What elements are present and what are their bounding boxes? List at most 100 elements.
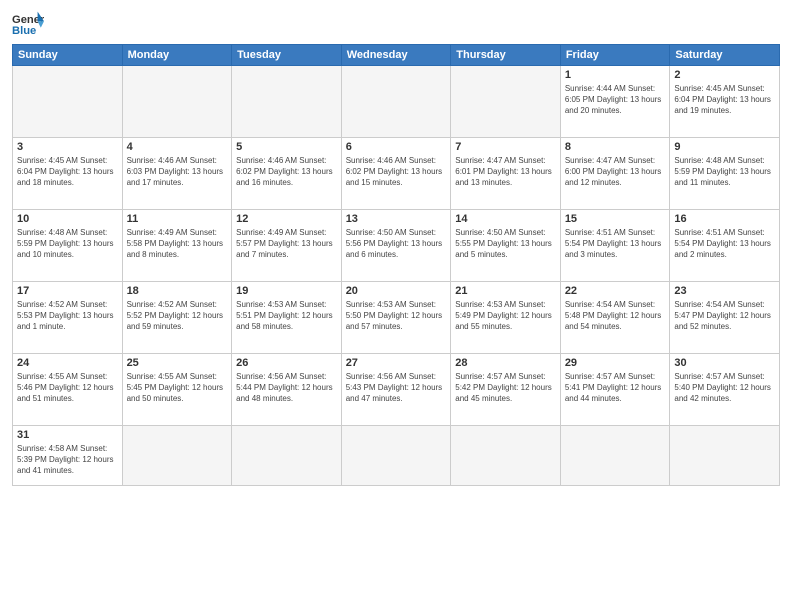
day-info: Sunrise: 4:54 AM Sunset: 5:48 PM Dayligh… xyxy=(565,299,666,333)
calendar-week-row: 24Sunrise: 4:55 AM Sunset: 5:46 PM Dayli… xyxy=(13,354,780,426)
day-number: 20 xyxy=(346,285,447,297)
col-header-sunday: Sunday xyxy=(13,45,123,66)
day-info: Sunrise: 4:56 AM Sunset: 5:43 PM Dayligh… xyxy=(346,371,447,405)
day-info: Sunrise: 4:46 AM Sunset: 6:02 PM Dayligh… xyxy=(346,155,447,189)
day-number: 26 xyxy=(236,357,337,369)
calendar-cell xyxy=(451,426,561,486)
day-info: Sunrise: 4:50 AM Sunset: 5:56 PM Dayligh… xyxy=(346,227,447,261)
day-info: Sunrise: 4:45 AM Sunset: 6:04 PM Dayligh… xyxy=(17,155,118,189)
day-number: 21 xyxy=(455,285,556,297)
calendar-cell: 12 Sunrise: 4:49 AM Sunset: 5:57 PM Dayli… xyxy=(232,210,342,282)
day-info: Sunrise: 4:52 AM Sunset: 5:53 PM Dayligh… xyxy=(17,299,118,333)
calendar-cell xyxy=(341,66,451,138)
calendar-cell: 11Sunrise: 4:49 AM Sunset: 5:58 PM Dayli… xyxy=(122,210,232,282)
calendar-cell xyxy=(232,66,342,138)
day-number: 23 xyxy=(674,285,775,297)
calendar-cell: 30 Sunrise: 4:57 AM Sunset: 5:40 PM Dayli… xyxy=(670,354,780,426)
calendar-cell: 10Sunrise: 4:48 AM Sunset: 5:59 PM Dayli… xyxy=(13,210,123,282)
day-number: 3 xyxy=(17,141,118,153)
calendar-cell: 26 Sunrise: 4:56 AM Sunset: 5:44 PM Dayli… xyxy=(232,354,342,426)
day-info: Sunrise: 4:51 AM Sunset: 5:54 PM Dayligh… xyxy=(565,227,666,261)
col-header-wednesday: Wednesday xyxy=(341,45,451,66)
day-info: Sunrise: 4:57 AM Sunset: 5:40 PM Dayligh… xyxy=(674,371,775,405)
calendar-cell xyxy=(13,66,123,138)
calendar-cell xyxy=(670,426,780,486)
calendar-cell: 13 Sunrise: 4:50 AM Sunset: 5:56 PM Dayli… xyxy=(341,210,451,282)
calendar-week-row: 1Sunrise: 4:44 AM Sunset: 6:05 PM Daylig… xyxy=(13,66,780,138)
col-header-tuesday: Tuesday xyxy=(232,45,342,66)
day-info: Sunrise: 4:47 AM Sunset: 6:00 PM Dayligh… xyxy=(565,155,666,189)
day-info: Sunrise: 4:54 AM Sunset: 5:47 PM Dayligh… xyxy=(674,299,775,333)
col-header-friday: Friday xyxy=(560,45,670,66)
day-info: Sunrise: 4:46 AM Sunset: 6:03 PM Dayligh… xyxy=(127,155,228,189)
calendar-cell: 25 Sunrise: 4:55 AM Sunset: 5:45 PM Dayli… xyxy=(122,354,232,426)
day-number: 19 xyxy=(236,285,337,297)
calendar-cell: 18 Sunrise: 4:52 AM Sunset: 5:52 PM Dayli… xyxy=(122,282,232,354)
calendar-cell: 15Sunrise: 4:51 AM Sunset: 5:54 PM Dayli… xyxy=(560,210,670,282)
day-info: Sunrise: 4:53 AM Sunset: 5:49 PM Dayligh… xyxy=(455,299,556,333)
calendar-cell: 9Sunrise: 4:48 AM Sunset: 5:59 PM Daylig… xyxy=(670,138,780,210)
calendar-header-row: SundayMondayTuesdayWednesdayThursdayFrid… xyxy=(13,45,780,66)
calendar-cell xyxy=(560,426,670,486)
page: General Blue SundayMondayTuesdayWednesda… xyxy=(0,0,792,612)
day-info: Sunrise: 4:48 AM Sunset: 5:59 PM Dayligh… xyxy=(674,155,775,189)
calendar-cell: 5Sunrise: 4:46 AM Sunset: 6:02 PM Daylig… xyxy=(232,138,342,210)
calendar-cell: 20 Sunrise: 4:53 AM Sunset: 5:50 PM Dayli… xyxy=(341,282,451,354)
day-number: 31 xyxy=(17,429,118,441)
day-info: Sunrise: 4:57 AM Sunset: 5:42 PM Dayligh… xyxy=(455,371,556,405)
calendar-cell: 29 Sunrise: 4:57 AM Sunset: 5:41 PM Dayli… xyxy=(560,354,670,426)
calendar-cell xyxy=(122,426,232,486)
col-header-thursday: Thursday xyxy=(451,45,561,66)
day-info: Sunrise: 4:44 AM Sunset: 6:05 PM Dayligh… xyxy=(565,83,666,117)
col-header-monday: Monday xyxy=(122,45,232,66)
calendar-week-row: 31 Sunrise: 4:58 AM Sunset: 5:39 PM Dayli… xyxy=(13,426,780,486)
day-number: 4 xyxy=(127,141,228,153)
calendar-week-row: 3 Sunrise: 4:45 AM Sunset: 6:04 PM Daylig… xyxy=(13,138,780,210)
day-info: Sunrise: 4:51 AM Sunset: 5:54 PM Dayligh… xyxy=(674,227,775,261)
day-info: Sunrise: 4:58 AM Sunset: 5:39 PM Dayligh… xyxy=(17,443,118,477)
calendar-cell xyxy=(451,66,561,138)
day-number: 16 xyxy=(674,213,775,225)
day-number: 18 xyxy=(127,285,228,297)
day-info: Sunrise: 4:47 AM Sunset: 6:01 PM Dayligh… xyxy=(455,155,556,189)
day-number: 30 xyxy=(674,357,775,369)
day-number: 8 xyxy=(565,141,666,153)
calendar-cell: 21 Sunrise: 4:53 AM Sunset: 5:49 PM Dayli… xyxy=(451,282,561,354)
calendar-week-row: 17 Sunrise: 4:52 AM Sunset: 5:53 PM Dayli… xyxy=(13,282,780,354)
calendar-cell: 24Sunrise: 4:55 AM Sunset: 5:46 PM Dayli… xyxy=(13,354,123,426)
calendar-cell: 4 Sunrise: 4:46 AM Sunset: 6:03 PM Daylig… xyxy=(122,138,232,210)
calendar-cell: 23 Sunrise: 4:54 AM Sunset: 5:47 PM Dayli… xyxy=(670,282,780,354)
day-number: 29 xyxy=(565,357,666,369)
day-number: 5 xyxy=(236,141,337,153)
day-number: 17 xyxy=(17,285,118,297)
day-number: 27 xyxy=(346,357,447,369)
day-number: 22 xyxy=(565,285,666,297)
day-info: Sunrise: 4:49 AM Sunset: 5:58 PM Dayligh… xyxy=(127,227,228,261)
day-info: Sunrise: 4:49 AM Sunset: 5:57 PM Dayligh… xyxy=(236,227,337,261)
day-number: 14 xyxy=(455,213,556,225)
logo: General Blue xyxy=(12,10,44,38)
day-info: Sunrise: 4:55 AM Sunset: 5:45 PM Dayligh… xyxy=(127,371,228,405)
day-info: Sunrise: 4:50 AM Sunset: 5:55 PM Dayligh… xyxy=(455,227,556,261)
header: General Blue xyxy=(12,10,780,38)
calendar-cell: 8 Sunrise: 4:47 AM Sunset: 6:00 PM Daylig… xyxy=(560,138,670,210)
logo-icon: General Blue xyxy=(12,10,44,38)
day-number: 10 xyxy=(17,213,118,225)
calendar-cell: 1Sunrise: 4:44 AM Sunset: 6:05 PM Daylig… xyxy=(560,66,670,138)
calendar-table: SundayMondayTuesdayWednesdayThursdayFrid… xyxy=(12,44,780,486)
day-number: 6 xyxy=(346,141,447,153)
day-number: 28 xyxy=(455,357,556,369)
calendar-cell: 6 Sunrise: 4:46 AM Sunset: 6:02 PM Daylig… xyxy=(341,138,451,210)
day-number: 12 xyxy=(236,213,337,225)
day-number: 13 xyxy=(346,213,447,225)
day-info: Sunrise: 4:45 AM Sunset: 6:04 PM Dayligh… xyxy=(674,83,775,117)
calendar-cell: 27 Sunrise: 4:56 AM Sunset: 5:43 PM Dayli… xyxy=(341,354,451,426)
calendar-cell: 31 Sunrise: 4:58 AM Sunset: 5:39 PM Dayli… xyxy=(13,426,123,486)
day-number: 7 xyxy=(455,141,556,153)
day-info: Sunrise: 4:56 AM Sunset: 5:44 PM Dayligh… xyxy=(236,371,337,405)
day-number: 25 xyxy=(127,357,228,369)
day-info: Sunrise: 4:52 AM Sunset: 5:52 PM Dayligh… xyxy=(127,299,228,333)
day-info: Sunrise: 4:57 AM Sunset: 5:41 PM Dayligh… xyxy=(565,371,666,405)
day-info: Sunrise: 4:53 AM Sunset: 5:50 PM Dayligh… xyxy=(346,299,447,333)
day-info: Sunrise: 4:55 AM Sunset: 5:46 PM Dayligh… xyxy=(17,371,118,405)
